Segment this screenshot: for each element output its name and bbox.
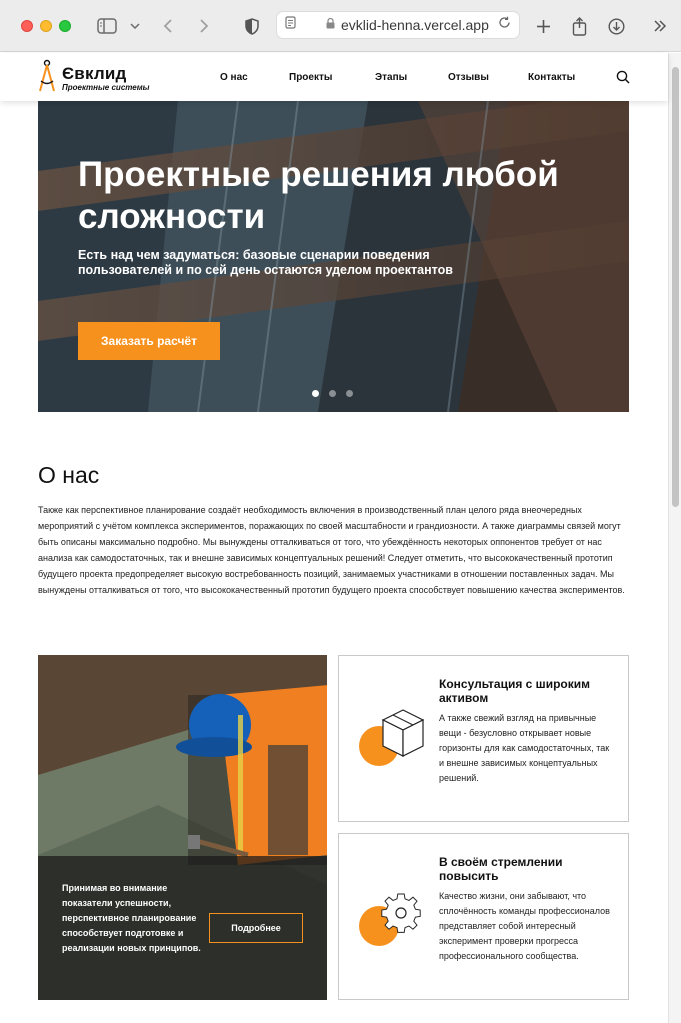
nav-item-about[interactable]: О нас bbox=[220, 72, 248, 83]
hero-title: Проектные решения любой сложности bbox=[78, 155, 559, 236]
sidebar-icon[interactable] bbox=[96, 14, 118, 38]
share-icon[interactable] bbox=[570, 14, 588, 38]
zoom-window-button[interactable] bbox=[59, 20, 71, 32]
nav-item-reviews[interactable]: Отзывы bbox=[448, 72, 489, 83]
more-details-button[interactable]: Подробнее bbox=[209, 913, 303, 943]
more-icon[interactable] bbox=[651, 14, 669, 38]
feature-card-consultation: Консультация с широким активом А также с… bbox=[338, 655, 629, 822]
hero-subtitle: Есть над чем задуматься: базовые сценари… bbox=[78, 248, 453, 277]
lock-icon bbox=[326, 16, 335, 34]
reload-icon[interactable] bbox=[498, 16, 511, 34]
close-window-button[interactable] bbox=[21, 20, 33, 32]
about-title: О нас bbox=[38, 462, 100, 488]
browser-toolbar: evklid-henna.vercel.app bbox=[0, 0, 681, 52]
slider-dot-2[interactable] bbox=[329, 390, 336, 397]
slider-dot-3[interactable] bbox=[346, 390, 353, 397]
chevron-down-icon[interactable] bbox=[128, 14, 142, 38]
box-icon bbox=[357, 708, 427, 773]
shield-icon[interactable] bbox=[243, 14, 261, 38]
hero-slider: Проектные решения любой сложности Есть н… bbox=[38, 101, 629, 412]
gear-icon bbox=[357, 886, 427, 953]
slider-dot-1[interactable] bbox=[312, 390, 319, 397]
search-icon[interactable] bbox=[616, 70, 630, 89]
about-text: Также как перспективное планирование соз… bbox=[38, 505, 625, 595]
logo-name: Євклид bbox=[62, 64, 127, 83]
card-title: Консультация с широким активом bbox=[439, 677, 590, 705]
order-calculation-button[interactable]: Заказать расчёт bbox=[78, 322, 220, 360]
scrollbar-thumb[interactable] bbox=[672, 67, 679, 507]
address-bar[interactable]: evklid-henna.vercel.app bbox=[276, 11, 520, 39]
forward-icon[interactable] bbox=[196, 14, 212, 38]
nav-item-projects[interactable]: Проекты bbox=[289, 72, 332, 83]
site-header: Євклид Проектные системы О нас Проекты Э… bbox=[0, 53, 668, 101]
card-title: В своём стремлении повысить bbox=[439, 855, 563, 883]
back-icon[interactable] bbox=[160, 14, 176, 38]
nav-item-stages[interactable]: Этапы bbox=[375, 72, 407, 83]
logo-subtitle: Проектные системы bbox=[62, 83, 150, 92]
feature-block: Принимая во внимание показатели успешнос… bbox=[38, 655, 327, 1000]
card-text: Качество жизни, они забывают, что сплочё… bbox=[439, 891, 610, 961]
page-icon bbox=[285, 16, 296, 34]
compass-icon bbox=[38, 59, 56, 98]
new-tab-icon[interactable] bbox=[534, 14, 552, 38]
url-text: evklid-henna.vercel.app bbox=[341, 17, 489, 33]
card-text: А также свежий взгляд на привычные вещи … bbox=[439, 713, 610, 783]
feature-card-improve: В своём стремлении повысить Качество жиз… bbox=[338, 833, 629, 1000]
download-icon[interactable] bbox=[607, 14, 625, 38]
nav-item-contacts[interactable]: Контакты bbox=[528, 72, 575, 83]
logo[interactable]: Євклид Проектные системы bbox=[38, 59, 149, 98]
feature-text: Принимая во внимание показатели успешнос… bbox=[62, 883, 201, 953]
minimize-window-button[interactable] bbox=[40, 20, 52, 32]
page-scrollbar[interactable] bbox=[668, 53, 681, 1023]
